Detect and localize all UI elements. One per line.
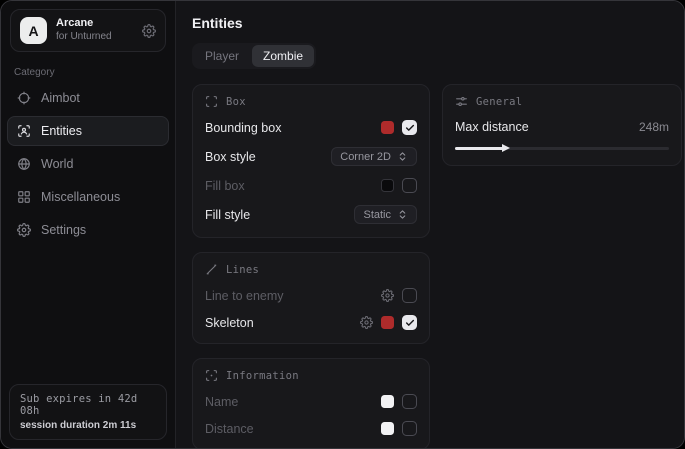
fill-box-label: Fill box — [205, 179, 245, 193]
category-label: Category — [14, 67, 162, 78]
max-distance-slider[interactable] — [455, 144, 669, 152]
skeleton-color-swatch[interactable] — [381, 316, 394, 329]
bounding-box-checkbox[interactable] — [402, 120, 417, 135]
general-card-header: General — [455, 95, 669, 108]
bounding-box-label: Bounding box — [205, 121, 281, 135]
sidebar-item-label: Miscellaneous — [41, 190, 120, 204]
lines-card-title: Lines — [226, 264, 259, 276]
chevrons-up-down-icon — [397, 209, 408, 220]
slider-fill — [455, 147, 504, 150]
grid-icon — [17, 190, 31, 204]
information-card-title: Information — [226, 370, 299, 382]
fill-style-row: Fill style Static — [205, 205, 417, 224]
cards-area: Box Bounding box Box style — [192, 84, 682, 449]
skeleton-row: Skeleton — [205, 315, 417, 330]
distance-row: Distance — [205, 421, 417, 436]
fill-style-dropdown[interactable]: Static — [354, 205, 417, 224]
bounding-box-color-swatch[interactable] — [381, 121, 394, 134]
skeleton-checkbox[interactable] — [402, 315, 417, 330]
name-checkbox[interactable] — [402, 394, 417, 409]
brand-card: A Arcane for Unturned — [10, 9, 166, 52]
diagonal-line-icon — [205, 263, 218, 276]
sidebar-item-entities[interactable]: Entities — [7, 116, 169, 146]
max-distance-value: 248m — [639, 120, 669, 134]
brand-subtitle: for Unturned — [56, 31, 112, 44]
lines-card-header: Lines — [205, 263, 417, 276]
tab-bar: Player Zombie — [192, 43, 316, 69]
sidebar-item-label: Aimbot — [41, 91, 80, 105]
distance-label: Distance — [205, 422, 254, 436]
brand-title: Arcane — [56, 17, 112, 31]
sidebar-nav: Aimbot Entities World Miscellaneous — [1, 83, 175, 245]
sidebar-item-miscellaneous[interactable]: Miscellaneous — [7, 182, 169, 212]
scan-dot-icon — [205, 369, 218, 382]
fill-style-label: Fill style — [205, 208, 250, 222]
line-to-enemy-gear-icon[interactable] — [381, 289, 394, 302]
tab-zombie[interactable]: Zombie — [252, 45, 314, 67]
sidebar-item-settings[interactable]: Settings — [7, 215, 169, 245]
box-card: Box Bounding box Box style — [192, 84, 430, 238]
general-card-title: General — [476, 96, 522, 108]
brand-text: Arcane for Unturned — [56, 17, 112, 43]
sidebar-item-label: Entities — [41, 124, 82, 138]
sub-expires-text: Sub expires in 42d 08h — [20, 393, 156, 417]
box-style-value: Corner 2D — [340, 151, 391, 163]
line-to-enemy-checkbox[interactable] — [402, 288, 417, 303]
name-row: Name — [205, 394, 417, 409]
name-label: Name — [205, 395, 238, 409]
chevrons-up-down-icon — [397, 151, 408, 162]
bounding-box-row: Bounding box — [205, 120, 417, 135]
box-card-title: Box — [226, 96, 246, 108]
subscription-card: Sub expires in 42d 08h session duration … — [9, 384, 167, 440]
session-duration-text: session duration 2m 11s — [20, 420, 156, 431]
sidebar: A Arcane for Unturned Category Aimbot — [1, 1, 176, 448]
fill-box-color-swatch[interactable] — [381, 179, 394, 192]
skeleton-gear-icon[interactable] — [360, 316, 373, 329]
sliders-icon — [455, 95, 468, 108]
crosshair-icon — [17, 91, 31, 105]
entity-scan-icon — [17, 124, 31, 138]
fill-style-value: Static — [363, 209, 391, 221]
left-card-column: Box Bounding box Box style — [192, 84, 430, 449]
fill-box-row: Fill box — [205, 178, 417, 193]
sidebar-item-aimbot[interactable]: Aimbot — [7, 83, 169, 113]
fill-box-checkbox[interactable] — [402, 178, 417, 193]
information-card-header: Information — [205, 369, 417, 382]
distance-checkbox[interactable] — [402, 421, 417, 436]
max-distance-row: Max distance 248m — [455, 120, 669, 134]
max-distance-label: Max distance — [455, 120, 529, 134]
sidebar-item-world[interactable]: World — [7, 149, 169, 179]
distance-color-swatch[interactable] — [381, 422, 394, 435]
general-card: General Max distance 248m — [442, 84, 682, 166]
globe-icon — [17, 157, 31, 171]
skeleton-label: Skeleton — [205, 316, 254, 330]
sidebar-item-label: Settings — [41, 223, 86, 237]
information-card: Information Name Distance — [192, 358, 430, 449]
box-style-dropdown[interactable]: Corner 2D — [331, 147, 417, 166]
box-card-header: Box — [205, 95, 417, 108]
gear-icon — [17, 223, 31, 237]
page-title: Entities — [192, 15, 682, 31]
scan-corners-icon — [205, 95, 218, 108]
name-color-swatch[interactable] — [381, 395, 394, 408]
slider-thumb[interactable] — [502, 144, 510, 152]
tab-player[interactable]: Player — [194, 45, 250, 67]
app-window: A Arcane for Unturned Category Aimbot — [0, 0, 685, 449]
right-card-column: General Max distance 248m — [442, 84, 682, 166]
line-to-enemy-row: Line to enemy — [205, 288, 417, 303]
box-style-row: Box style Corner 2D — [205, 147, 417, 166]
gear-icon[interactable] — [142, 24, 156, 38]
brand-avatar: A — [20, 17, 47, 44]
sidebar-item-label: World — [41, 157, 73, 171]
box-style-label: Box style — [205, 150, 256, 164]
lines-card: Lines Line to enemy — [192, 252, 430, 344]
line-to-enemy-label: Line to enemy — [205, 289, 284, 303]
main-content: Entities Player Zombie Box Bounding box — [176, 1, 685, 448]
